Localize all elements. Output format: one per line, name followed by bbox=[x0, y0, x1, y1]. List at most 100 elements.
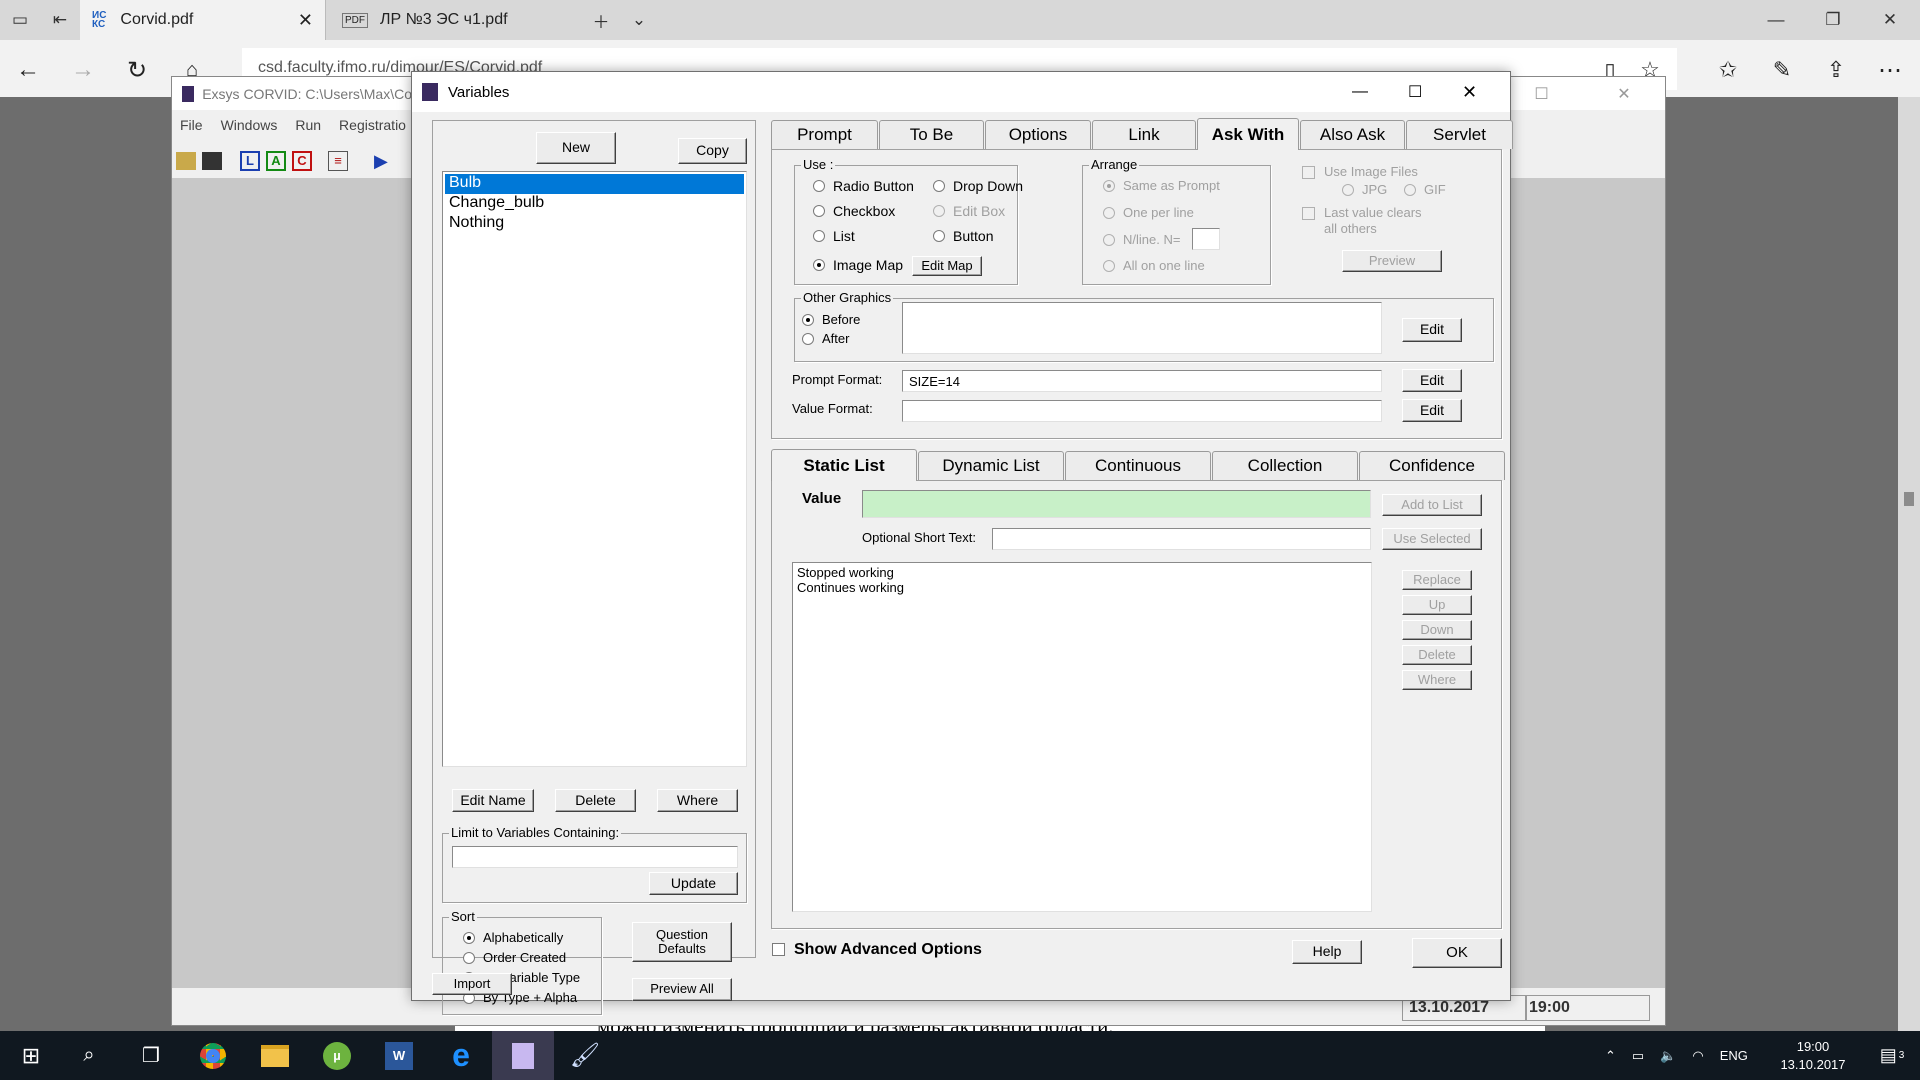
tab-confidence[interactable]: Confidence bbox=[1359, 451, 1505, 480]
variable-item-change-bulb[interactable]: Change_bulb bbox=[445, 194, 744, 214]
arrange-n-per-line-option[interactable]: N/line. N= bbox=[1103, 232, 1180, 247]
scroll-thumb[interactable] bbox=[1904, 492, 1914, 506]
exsys-corvid-taskbar-icon[interactable] bbox=[492, 1031, 554, 1080]
pen-notes-icon[interactable]: ✎ bbox=[1762, 50, 1802, 90]
tab-prompt[interactable]: Prompt bbox=[771, 120, 878, 149]
short-text-input[interactable] bbox=[992, 528, 1371, 550]
start-windows-icon[interactable]: ⊞ bbox=[0, 1031, 62, 1080]
action-center-icon[interactable]: ▤ 3 bbox=[1872, 1031, 1912, 1080]
use-radio-button-option[interactable]: Radio Button bbox=[813, 178, 914, 194]
where-value-button[interactable]: Where bbox=[1402, 670, 1472, 690]
import-button[interactable]: Import bbox=[432, 973, 512, 995]
wifi-icon[interactable]: ◠ bbox=[1692, 1048, 1703, 1064]
restore-icon[interactable]: ❐ bbox=[1809, 0, 1857, 40]
file-explorer-icon[interactable] bbox=[244, 1031, 306, 1080]
menu-run[interactable]: Run bbox=[295, 117, 321, 133]
use-button-option[interactable]: Button bbox=[933, 228, 993, 244]
share-icon[interactable]: ⇪ bbox=[1816, 50, 1856, 90]
show-advanced-options-checkbox[interactable]: Show Advanced Options bbox=[772, 941, 982, 959]
volume-icon[interactable]: 🔈 bbox=[1660, 1048, 1676, 1064]
tab-link[interactable]: Link bbox=[1092, 120, 1196, 149]
utorrent-icon[interactable]: µ bbox=[306, 1031, 368, 1080]
show-hidden-icons-chevron[interactable]: ⌃ bbox=[1605, 1048, 1616, 1064]
tab-options[interactable]: Options bbox=[985, 120, 1091, 149]
question-defaults-button[interactable]: Question Defaults bbox=[632, 922, 732, 962]
more-menu-icon[interactable]: ⋯ bbox=[1870, 50, 1910, 90]
tab-list-chevron-icon[interactable]: ⌄ bbox=[615, 0, 663, 40]
help-button[interactable]: Help bbox=[1292, 940, 1362, 964]
back-icon[interactable]: ← bbox=[8, 50, 48, 90]
chrome-icon[interactable] bbox=[182, 1031, 244, 1080]
ok-button[interactable]: OK bbox=[1412, 938, 1502, 968]
use-list-option[interactable]: List bbox=[813, 228, 855, 244]
value-item-continues-working[interactable]: Continues working bbox=[797, 580, 1367, 595]
preview-all-button[interactable]: Preview All bbox=[632, 978, 732, 1001]
other-graphics-edit-button[interactable]: Edit bbox=[1402, 318, 1462, 342]
tab-continuous[interactable]: Continuous bbox=[1065, 451, 1211, 480]
use-drop-down-option[interactable]: Drop Down bbox=[933, 178, 1023, 194]
prompt-format-input[interactable]: SIZE=14 bbox=[902, 370, 1382, 392]
copy-variable-button[interactable]: Copy bbox=[678, 138, 747, 164]
variable-item-nothing[interactable]: Nothing bbox=[445, 214, 744, 234]
other-graphics-field[interactable] bbox=[902, 302, 1382, 354]
dialog-maximize-icon[interactable]: ☐ bbox=[1408, 82, 1422, 102]
save-icon[interactable] bbox=[202, 152, 222, 170]
delete-value-button[interactable]: Delete bbox=[1402, 645, 1472, 665]
edit-name-button[interactable]: Edit Name bbox=[452, 789, 534, 812]
command-block-icon[interactable]: C bbox=[292, 151, 312, 171]
dialog-minimize-icon[interactable]: — bbox=[1352, 83, 1368, 101]
tab-also-ask[interactable]: Also Ask bbox=[1300, 120, 1405, 149]
graphics-after-option[interactable]: After bbox=[802, 331, 849, 346]
menu-registration[interactable]: Registratio bbox=[339, 117, 406, 133]
use-image-files-checkbox[interactable]: Use Image Files bbox=[1302, 164, 1418, 179]
language-indicator[interactable]: ENG bbox=[1720, 1048, 1748, 1063]
use-image-map-option[interactable]: Image Map bbox=[813, 257, 903, 273]
set-aside-tabs-icon[interactable]: ⇤ bbox=[40, 0, 80, 40]
arrange-all-on-one-line-option[interactable]: All on one line bbox=[1103, 258, 1205, 273]
task-view-icon[interactable]: ❐ bbox=[120, 1031, 182, 1080]
use-checkbox-option[interactable]: Checkbox bbox=[813, 203, 895, 219]
tab-collection[interactable]: Collection bbox=[1212, 451, 1358, 480]
tab-to-be[interactable]: To Be bbox=[879, 120, 984, 149]
arrange-one-per-line-option[interactable]: One per line bbox=[1103, 205, 1194, 220]
browser-tab-lr3[interactable]: PDF ЛР №3 ЭС ч1.pdf bbox=[325, 0, 580, 40]
where-variable-button[interactable]: Where bbox=[657, 789, 738, 812]
browser-tab-corvid[interactable]: ИС КС Corvid.pdf ✕ bbox=[80, 0, 325, 40]
use-selected-button[interactable]: Use Selected bbox=[1382, 528, 1482, 550]
open-folder-icon[interactable] bbox=[176, 152, 196, 170]
up-button[interactable]: Up bbox=[1402, 595, 1472, 615]
gif-option[interactable]: GIF bbox=[1404, 182, 1446, 197]
graphics-before-option[interactable]: Before bbox=[802, 312, 860, 327]
edit-map-button[interactable]: Edit Map bbox=[912, 256, 982, 276]
forward-icon[interactable]: → bbox=[63, 50, 103, 90]
run-icon[interactable]: ▶ bbox=[374, 151, 388, 172]
tab-ask-with[interactable]: Ask With bbox=[1197, 118, 1299, 150]
variables-list[interactable]: Bulb Change_bulb Nothing bbox=[442, 171, 747, 767]
tab-dynamic-list[interactable]: Dynamic List bbox=[918, 451, 1064, 480]
down-button[interactable]: Down bbox=[1402, 620, 1472, 640]
use-edit-box-option[interactable]: Edit Box bbox=[933, 203, 1005, 219]
corvid-restore-icon[interactable]: ☐ bbox=[1534, 84, 1548, 104]
tab-static-list[interactable]: Static List bbox=[771, 449, 917, 481]
refresh-icon[interactable]: ↻ bbox=[117, 50, 157, 90]
arrange-same-as-prompt-option[interactable]: Same as Prompt bbox=[1103, 178, 1220, 193]
close-tab-icon[interactable]: ✕ bbox=[298, 10, 313, 31]
preview-button[interactable]: Preview bbox=[1342, 250, 1442, 272]
jpg-option[interactable]: JPG bbox=[1342, 182, 1387, 197]
update-button[interactable]: Update bbox=[649, 872, 738, 895]
pdf-scrollbar[interactable] bbox=[1898, 97, 1920, 1031]
edge-icon[interactable]: e bbox=[430, 1031, 492, 1080]
menu-file[interactable]: File bbox=[180, 117, 203, 133]
search-icon[interactable]: ⌕ bbox=[58, 1031, 120, 1080]
favorites-hub-icon[interactable]: ✩ bbox=[1708, 50, 1748, 90]
sort-order-created-radio[interactable]: Order Created bbox=[463, 950, 566, 965]
sort-alphabetically-radio[interactable]: Alphabetically bbox=[463, 930, 563, 945]
last-value-clears-checkbox[interactable]: Last value clears all others bbox=[1302, 205, 1422, 237]
tab-actions-icon[interactable]: ▭ bbox=[0, 0, 40, 40]
close-window-icon[interactable]: ✕ bbox=[1866, 0, 1914, 40]
n-per-line-input[interactable] bbox=[1192, 228, 1220, 250]
trace-icon[interactable]: ≡ bbox=[328, 151, 348, 171]
value-input[interactable] bbox=[862, 490, 1371, 518]
replace-button[interactable]: Replace bbox=[1402, 570, 1472, 590]
battery-icon[interactable]: ▭ bbox=[1632, 1048, 1644, 1064]
